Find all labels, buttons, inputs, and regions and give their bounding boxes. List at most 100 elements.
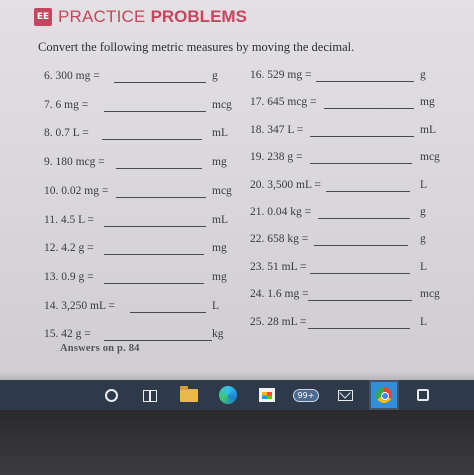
answer-unit: L	[420, 178, 428, 191]
answer-unit: g	[420, 206, 426, 218]
problem-row: 7. 6 mg = mcg	[44, 99, 244, 115]
store-button[interactable]	[252, 380, 282, 410]
problem-row: 10. 0.02 mg = mcg	[44, 185, 244, 201]
answer-blank[interactable]	[104, 340, 212, 342]
problem-question: 17. 645 mcg =	[250, 96, 317, 109]
answer-blank[interactable]	[104, 110, 206, 112]
problem-row: 20. 3,500 mL = L	[250, 179, 440, 195]
problem-row: 14. 3,250 mL = L	[44, 300, 244, 316]
answer-unit: g	[420, 69, 426, 81]
task-view-icon	[143, 389, 157, 402]
answer-blank[interactable]	[130, 311, 206, 313]
answer-unit: L	[420, 260, 428, 273]
answer-blank[interactable]	[308, 300, 412, 302]
edge-button[interactable]	[213, 380, 243, 410]
problem-row: 21. 0.04 kg = g	[250, 206, 440, 222]
problem-question: 22. 658 kg =	[250, 233, 309, 246]
problem-row: 23. 51 mL = L	[250, 261, 440, 277]
app-window-button[interactable]	[408, 380, 438, 410]
answer-blank[interactable]	[310, 163, 412, 165]
problem-question: 14. 3,250 mL =	[44, 299, 115, 312]
problem-question: 15. 42 g =	[44, 328, 91, 341]
answer-unit: mg	[212, 242, 227, 255]
problem-row: 6. 300 mg = g	[44, 70, 244, 86]
photo-stage: EE PRACTICE PROBLEMS Convert the followi…	[0, 0, 474, 475]
problem-row: 24. 1.6 mg = mcg	[250, 288, 440, 304]
file-explorer-button[interactable]	[174, 380, 204, 410]
answer-unit: mcg	[420, 151, 440, 164]
store-icon	[259, 388, 275, 402]
answer-blank[interactable]	[314, 245, 408, 247]
worksheet-page: EE PRACTICE PROBLEMS Convert the followi…	[0, 0, 474, 382]
answer-blank[interactable]	[116, 196, 206, 198]
windows-taskbar: 99+	[0, 380, 474, 410]
answer-blank[interactable]	[324, 108, 414, 110]
answers-note: Answers on p. 84	[60, 343, 140, 354]
answer-blank[interactable]	[116, 168, 202, 170]
instructions-text: Convert the following metric measures by…	[38, 40, 355, 54]
answer-blank[interactable]	[318, 218, 410, 219]
answer-blank[interactable]	[104, 225, 206, 227]
window-icon	[417, 389, 429, 401]
problem-row: 15. 42 g = kg	[44, 328, 244, 344]
search-icon	[104, 388, 118, 402]
problem-question: 13. 0.9 g =	[44, 270, 94, 283]
chrome-icon	[376, 387, 392, 403]
desk-surface	[0, 410, 474, 475]
problem-question: 20. 3,500 mL =	[250, 178, 321, 191]
problem-question: 24. 1.6 mg =	[250, 288, 309, 301]
answer-blank[interactable]	[316, 81, 414, 82]
mail-button[interactable]: 99+	[291, 380, 321, 410]
problem-question: 11. 4.5 L =	[44, 213, 95, 226]
search-button[interactable]	[96, 380, 126, 410]
problem-row: 22. 658 kg = g	[250, 233, 440, 249]
answer-unit: mL	[420, 123, 436, 136]
answer-blank[interactable]	[310, 272, 410, 274]
answer-unit: g	[420, 233, 426, 246]
problem-row: 19. 238 g = mcg	[250, 151, 440, 167]
answer-blank[interactable]	[114, 82, 206, 83]
problem-question: 19. 238 g =	[250, 151, 303, 164]
problem-question: 18. 347 L =	[250, 123, 304, 136]
envelope-icon	[337, 389, 353, 401]
problem-row: 17. 645 mcg = mg	[250, 96, 440, 112]
edge-icon	[219, 386, 237, 404]
problem-question: 12. 4.2 g =	[44, 242, 94, 255]
problem-question: 9. 180 mcg =	[44, 156, 105, 169]
mail-app-button[interactable]	[330, 380, 360, 410]
answer-unit: mg	[212, 270, 227, 283]
answer-unit: g	[212, 70, 218, 82]
problem-question: 21. 0.04 kg =	[250, 206, 312, 218]
chrome-button[interactable]	[369, 380, 399, 410]
problem-question: 6. 300 mg =	[44, 70, 100, 82]
folder-icon	[180, 385, 198, 402]
answer-blank[interactable]	[308, 327, 410, 329]
answer-unit: mcg	[212, 98, 232, 111]
chrome-tile	[371, 382, 397, 408]
answer-blank[interactable]	[326, 190, 410, 192]
task-view-button[interactable]	[135, 380, 165, 410]
answer-unit: mcg	[420, 288, 440, 301]
section-badge: EE	[34, 8, 52, 26]
title-practice: PRACTICE	[58, 7, 146, 26]
answer-blank[interactable]	[102, 139, 202, 141]
problem-row: 16. 529 mg = g	[250, 69, 440, 85]
answer-blank[interactable]	[104, 254, 204, 256]
problem-question: 16. 529 mg =	[250, 69, 312, 81]
answer-unit: mL	[212, 127, 228, 140]
answer-unit: kg	[212, 328, 224, 341]
problem-row: 12. 4.2 g = mg	[44, 242, 244, 258]
problem-question: 23. 51 mL =	[250, 260, 307, 273]
problem-question: 8. 0.7 L =	[44, 127, 89, 140]
problem-row: 25. 28 mL = L	[250, 316, 440, 332]
problem-row: 8. 0.7 L = mL	[44, 127, 244, 143]
problem-question: 10. 0.02 mg =	[44, 184, 109, 197]
answer-blank[interactable]	[104, 282, 204, 284]
problem-row: 11. 4.5 L = mL	[44, 214, 244, 230]
answer-unit: L	[420, 315, 428, 328]
problem-question: 7. 6 mg =	[44, 98, 89, 111]
answer-unit: mg	[212, 156, 227, 169]
problem-row: 9. 180 mcg = mg	[44, 156, 244, 172]
answer-unit: mL	[212, 213, 228, 226]
answer-blank[interactable]	[310, 135, 414, 137]
